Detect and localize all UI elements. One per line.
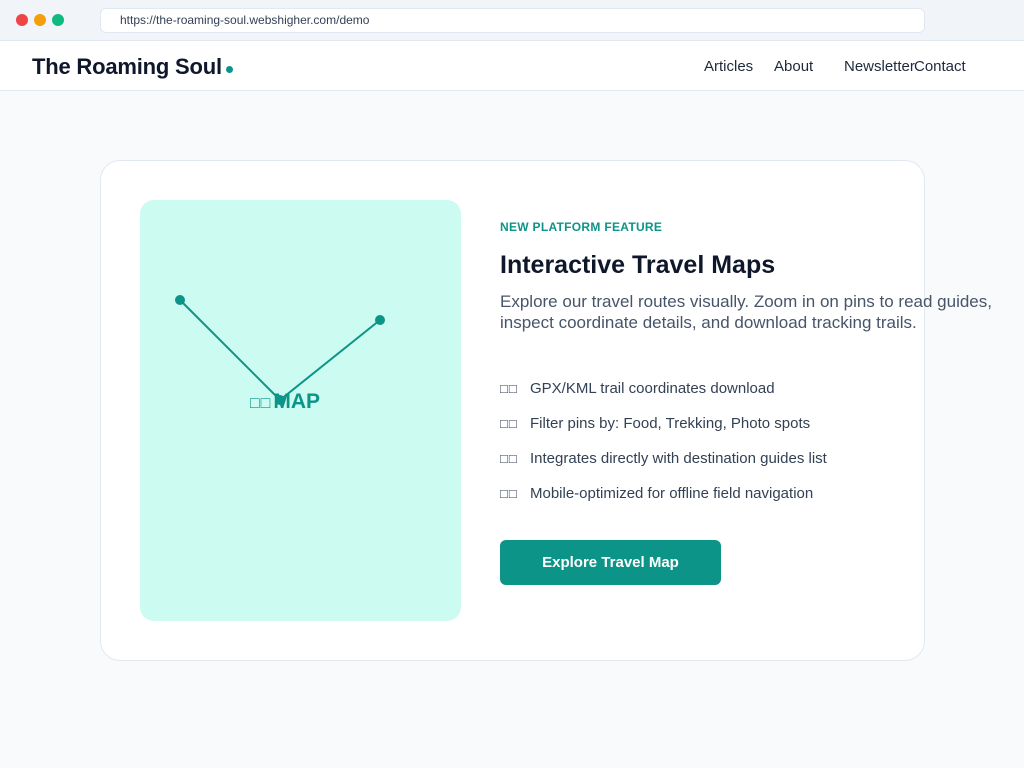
feature-bullet-icon: □□ [500,416,518,431]
maximize-window-icon[interactable] [52,14,64,26]
feature-text: Integrates directly with destination gui… [530,450,827,467]
nav-link-newsletter[interactable]: Newsletter [844,58,915,75]
browser-chrome: https://the-roaming-soul.webshigher.com/… [0,0,1024,41]
explore-travel-map-button[interactable]: Explore Travel Map [500,540,721,585]
address-bar[interactable]: https://the-roaming-soul.webshigher.com/… [100,8,925,33]
minimize-window-icon[interactable] [34,14,46,26]
feature-description: Explore our travel routes visually. Zoom… [500,292,992,332]
site-logo[interactable]: The Roaming Soul [32,54,222,80]
feature-text: Filter pins by: Food, Trekking, Photo sp… [530,415,811,432]
list-item: □□ GPX/KML trail coordinates download [500,380,827,415]
site-header: The Roaming Soul Articles About Newslett… [0,41,1024,91]
feature-bullet-icon: □□ [500,381,518,396]
brand-dot-icon [226,66,233,73]
map-label-text: MAP [273,390,320,413]
list-item: □□ Filter pins by: Food, Trekking, Photo … [500,415,827,450]
close-window-icon[interactable] [16,14,28,26]
feature-title: Interactive Travel Maps [500,251,776,279]
feature-bullet-icon: □□ [500,451,518,466]
eyebrow-label: NEW PLATFORM FEATURE [500,220,663,234]
map-icon: □□ [250,395,272,412]
map-label: □□MAP [250,390,320,414]
map-preview[interactable]: □□MAP [140,200,461,621]
feature-text: GPX/KML trail coordinates download [530,380,775,397]
list-item: □□ Mobile-optimized for offline field nav… [500,485,827,520]
nav-link-contact[interactable]: Contact [914,58,966,75]
feature-list: □□ GPX/KML trail coordinates download □□ F… [500,380,827,520]
map-pin-icon [175,295,185,305]
list-item: □□ Integrates directly with destination g… [500,450,827,485]
feature-bullet-icon: □□ [500,486,518,501]
nav-link-about[interactable]: About [774,58,813,75]
nav-link-articles[interactable]: Articles [704,58,753,75]
map-pin-icon [375,315,385,325]
feature-text: Mobile-optimized for offline field navig… [530,485,814,502]
route-line [179,299,381,402]
